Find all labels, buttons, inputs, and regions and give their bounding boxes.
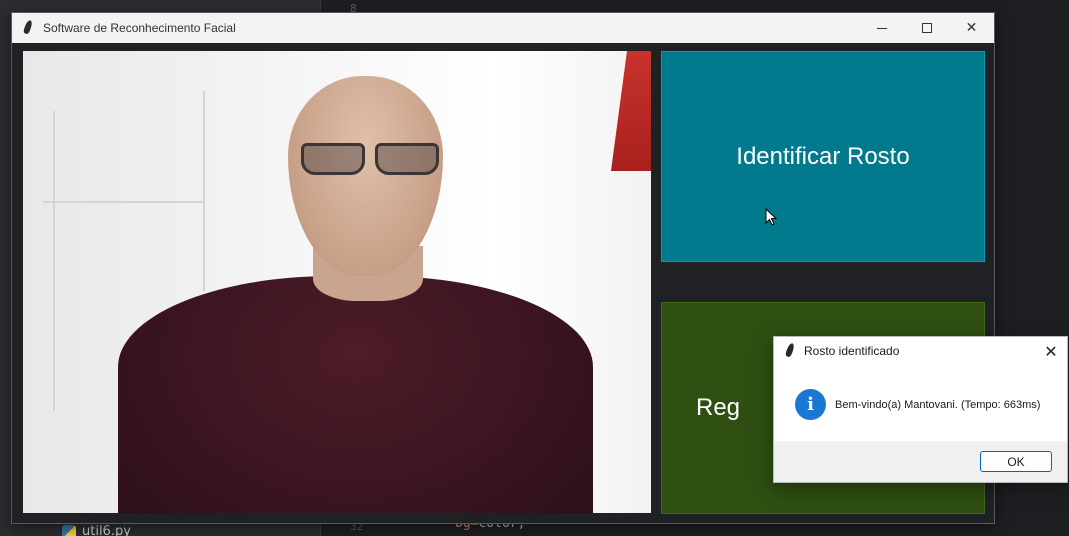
- maximize-button[interactable]: [904, 13, 949, 43]
- window-controls: ✕: [859, 13, 994, 43]
- maximize-icon: [921, 23, 932, 33]
- minimize-icon: [876, 27, 887, 29]
- feather-icon: [784, 343, 796, 359]
- dialog-message: Bem-vindo(a) Mantovani. (Tempo: 663ms): [835, 399, 1041, 411]
- person-torso: [118, 276, 593, 513]
- mouse-cursor-icon: [765, 208, 777, 226]
- dialog-footer: OK: [774, 441, 1067, 482]
- identify-face-label: Identificar Rosto: [736, 142, 910, 170]
- identification-dialog: Rosto identificado ✕ i Bem-vindo(a) Mant…: [773, 336, 1068, 483]
- ide-file-item[interactable]: util6.py: [62, 524, 131, 536]
- ok-button[interactable]: OK: [980, 451, 1052, 472]
- ide-file-label: util6.py: [82, 524, 131, 536]
- dialog-title: Rosto identificado: [804, 344, 900, 358]
- dialog-close-button[interactable]: ✕: [1041, 341, 1061, 361]
- background-object: [611, 51, 651, 171]
- feather-icon: [22, 20, 34, 36]
- window-title: Software de Reconhecimento Facial: [43, 21, 236, 35]
- info-icon: i: [795, 389, 826, 420]
- identify-face-button[interactable]: Identificar Rosto: [661, 51, 985, 262]
- close-button[interactable]: ✕: [949, 13, 994, 43]
- register-label: Reg: [695, 394, 741, 421]
- dialog-titlebar[interactable]: Rosto identificado ✕: [774, 337, 1067, 365]
- python-file-icon: [62, 524, 76, 536]
- webcam-feed: [23, 51, 651, 513]
- window-titlebar[interactable]: Software de Reconhecimento Facial ✕: [12, 13, 994, 43]
- close-icon: ✕: [965, 20, 978, 36]
- glasses: [301, 143, 439, 177]
- minimize-button[interactable]: [859, 13, 904, 43]
